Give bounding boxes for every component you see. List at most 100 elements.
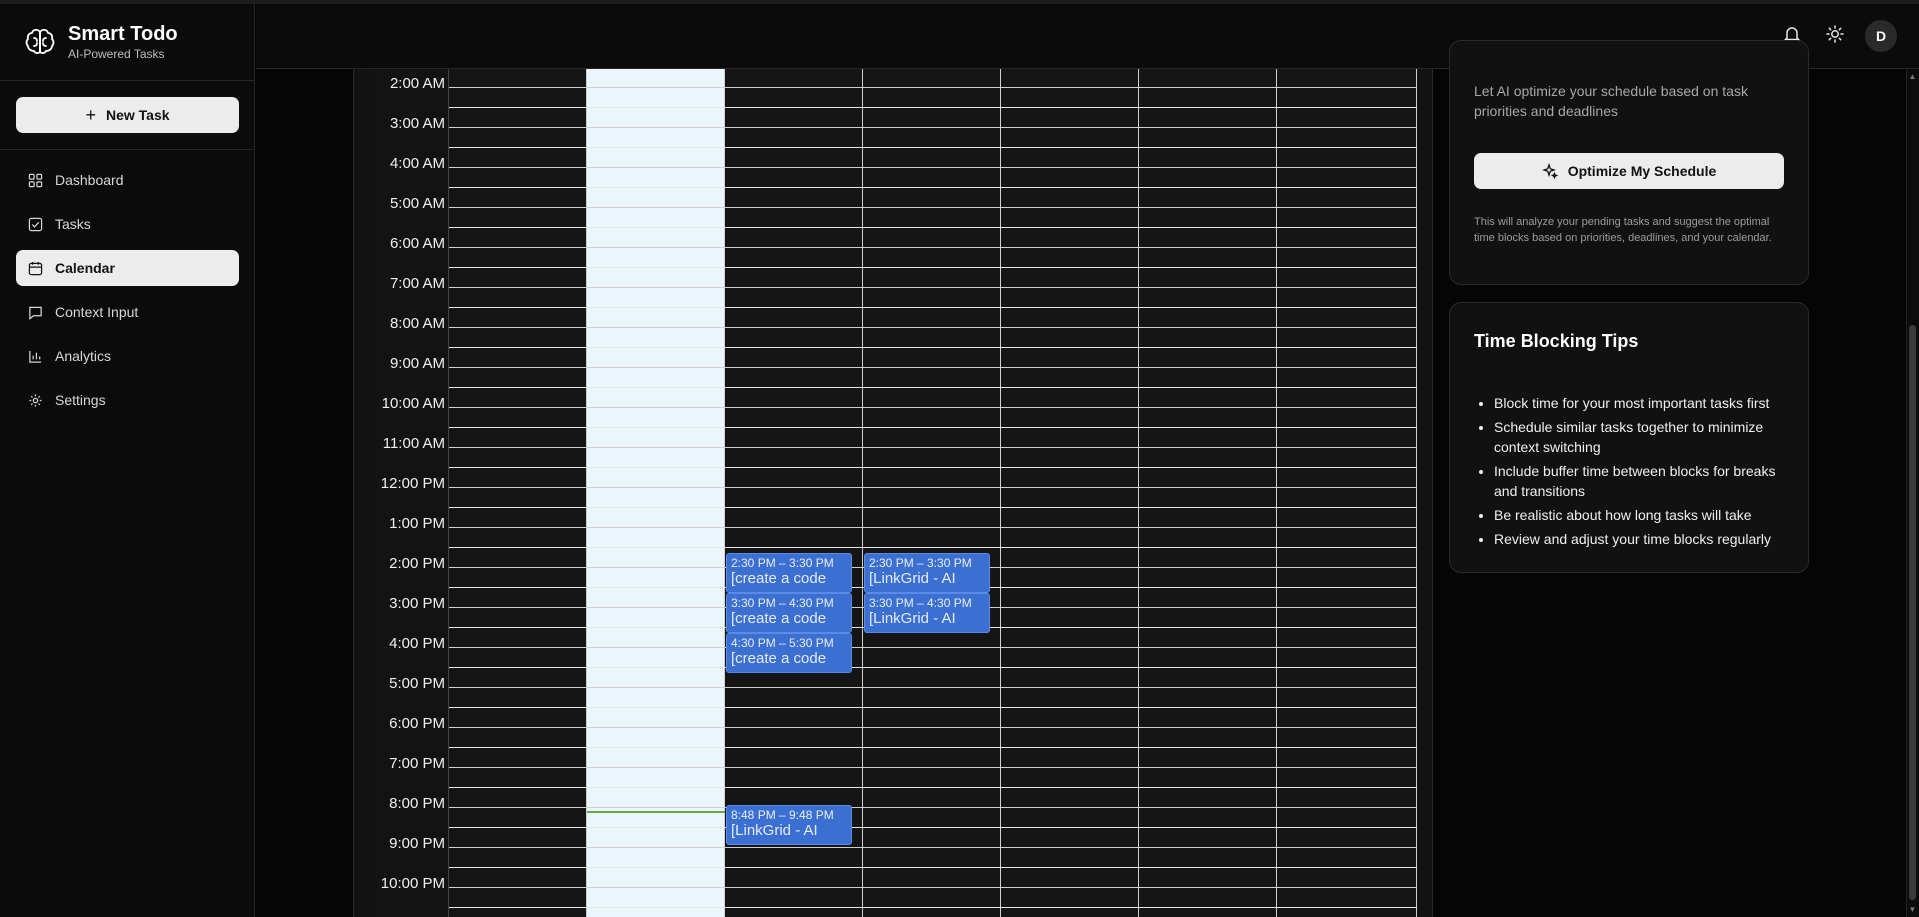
grid-line xyxy=(449,247,1417,248)
event-title: [create a code xyxy=(731,570,827,587)
grid-line xyxy=(449,647,1417,648)
grid-line xyxy=(449,787,1417,788)
time-label: 3:00 PM xyxy=(389,595,445,612)
message-icon xyxy=(29,306,42,320)
time-label: 10:00 AM xyxy=(381,395,445,412)
day-column-today[interactable] xyxy=(587,69,725,917)
time-label: 9:00 PM xyxy=(389,835,445,852)
page-scrollbar[interactable]: ▲ ▼ xyxy=(1906,69,1919,917)
sidebar-item-calendar[interactable]: Calendar xyxy=(16,250,239,286)
grid-line xyxy=(449,467,1417,468)
new-task-label: New Task xyxy=(105,107,170,123)
calendar-event[interactable]: 2:30 PM – 3:30 PM [create a code xyxy=(726,553,852,593)
scroll-up-arrow[interactable]: ▲ xyxy=(1908,72,1917,81)
time-label: 12:00 PM xyxy=(380,475,445,492)
brand[interactable]: Smart Todo AI-Powered Tasks xyxy=(24,22,178,62)
window-top-bar xyxy=(0,0,1919,4)
avatar[interactable]: D xyxy=(1865,20,1897,52)
time-label: 6:00 PM xyxy=(389,715,445,732)
event-time: 4:30 PM – 5:30 PM xyxy=(731,636,834,650)
event-title: [create a code xyxy=(731,650,827,667)
grid-line xyxy=(449,427,1417,428)
time-label: 2:00 AM xyxy=(389,75,445,92)
grid-line xyxy=(449,307,1417,308)
sidebar-item-tasks[interactable]: Tasks xyxy=(16,206,239,242)
day-column[interactable] xyxy=(1001,69,1139,917)
grid-line xyxy=(449,527,1417,528)
grid-line xyxy=(449,127,1417,128)
grid-line xyxy=(449,327,1417,328)
grid-line xyxy=(449,347,1417,348)
analytics-icon xyxy=(29,350,42,363)
grid-line xyxy=(449,447,1417,448)
grid-line xyxy=(449,367,1417,368)
optimize-note: This will analyze your pending tasks and… xyxy=(1474,216,1772,244)
calendar-event[interactable]: 3:30 PM – 4:30 PM [LinkGrid - AI xyxy=(864,593,990,633)
sidebar-item-dashboard[interactable]: Dashboard xyxy=(16,162,239,198)
tips-title: Time Blocking Tips xyxy=(1474,331,1639,351)
day-column[interactable] xyxy=(1277,69,1417,917)
time-label: 2:00 PM xyxy=(389,555,445,572)
scroll-down-arrow[interactable]: ▼ xyxy=(1908,905,1917,914)
sidebar-item-label: Tasks xyxy=(55,216,91,232)
event-time: 2:30 PM – 3:30 PM xyxy=(869,556,972,570)
tips-list: Block time for your most important tasks… xyxy=(1494,393,1794,553)
app-subtitle: AI-Powered Tasks xyxy=(68,47,165,61)
tip-item: Include buffer time between blocks for b… xyxy=(1494,461,1794,501)
day-column[interactable] xyxy=(449,69,587,917)
sidebar-divider xyxy=(0,80,255,81)
sidebar: Smart Todo AI-Powered Tasks + New Task D… xyxy=(0,0,255,917)
time-label: 5:00 PM xyxy=(389,675,445,692)
grid-line xyxy=(449,487,1417,488)
day-column[interactable] xyxy=(1139,69,1277,917)
time-label: 7:00 AM xyxy=(389,275,445,292)
tip-item: Be realistic about how long tasks will t… xyxy=(1494,505,1794,525)
event-title: [create a code xyxy=(731,610,827,627)
grid-line xyxy=(449,187,1417,188)
grid-line xyxy=(449,147,1417,148)
event-title: [LinkGrid - AI xyxy=(869,610,956,627)
event-time: 3:30 PM – 4:30 PM xyxy=(731,596,834,610)
grid-line xyxy=(449,707,1417,708)
tip-item: Review and adjust your time blocks regul… xyxy=(1494,529,1794,549)
grid-line xyxy=(449,727,1417,728)
calendar-event[interactable]: 4:30 PM – 5:30 PM [create a code xyxy=(726,633,852,673)
grid-line xyxy=(449,207,1417,208)
sidebar-item-analytics[interactable]: Analytics xyxy=(16,338,239,374)
sun-icon[interactable] xyxy=(1825,24,1845,44)
current-time-indicator xyxy=(587,811,725,813)
event-title: [LinkGrid - AI xyxy=(869,570,956,587)
new-task-button[interactable]: + New Task xyxy=(16,97,239,133)
optimize-description: Let AI optimize your schedule based on t… xyxy=(1474,83,1748,119)
calendar-event[interactable]: 8:48 PM – 9:48 PM [LinkGrid - AI xyxy=(726,805,852,845)
time-label: 9:00 AM xyxy=(389,355,445,372)
scrollbar-thumb[interactable] xyxy=(1909,325,1916,900)
calendar-view: 2:00 AM 3:00 AM 4:00 AM 5:00 AM 6:00 AM 7:00 … xyxy=(353,69,1433,917)
grid-line xyxy=(449,827,1417,828)
time-blocking-tips-panel: Time Blocking Tips Block time for your m… xyxy=(1449,302,1809,573)
sidebar-item-label: Dashboard xyxy=(55,172,124,188)
brain-icon xyxy=(25,28,55,54)
grid-line xyxy=(449,847,1417,848)
sidebar-divider xyxy=(0,149,255,150)
calendar-event[interactable]: 2:30 PM – 3:30 PM [LinkGrid - AI xyxy=(864,553,990,593)
sidebar-item-context-input[interactable]: Context Input xyxy=(16,294,239,330)
optimize-button-label: Optimize My Schedule xyxy=(1567,163,1717,179)
time-label: 3:00 AM xyxy=(389,115,445,132)
sparkles-icon xyxy=(1541,163,1558,179)
time-column: 2:00 AM 3:00 AM 4:00 AM 5:00 AM 6:00 AM 7:00 … xyxy=(371,69,449,917)
sidebar-item-label: Analytics xyxy=(55,348,112,364)
grid-line xyxy=(449,87,1417,88)
day-column[interactable] xyxy=(725,69,863,917)
day-column[interactable] xyxy=(863,69,1001,917)
dashboard-icon xyxy=(28,173,43,187)
optimize-schedule-button[interactable]: Optimize My Schedule xyxy=(1474,153,1784,189)
sidebar-item-settings[interactable]: Settings xyxy=(16,382,239,418)
grid-line xyxy=(449,507,1417,508)
event-title: [LinkGrid - AI xyxy=(731,822,818,839)
grid-line xyxy=(449,767,1417,768)
calendar-event[interactable]: 3:30 PM – 4:30 PM [create a code xyxy=(726,593,852,633)
tip-item: Block time for your most important tasks… xyxy=(1494,393,1794,413)
grid-line xyxy=(449,287,1417,288)
time-label: 8:00 PM xyxy=(389,795,445,812)
